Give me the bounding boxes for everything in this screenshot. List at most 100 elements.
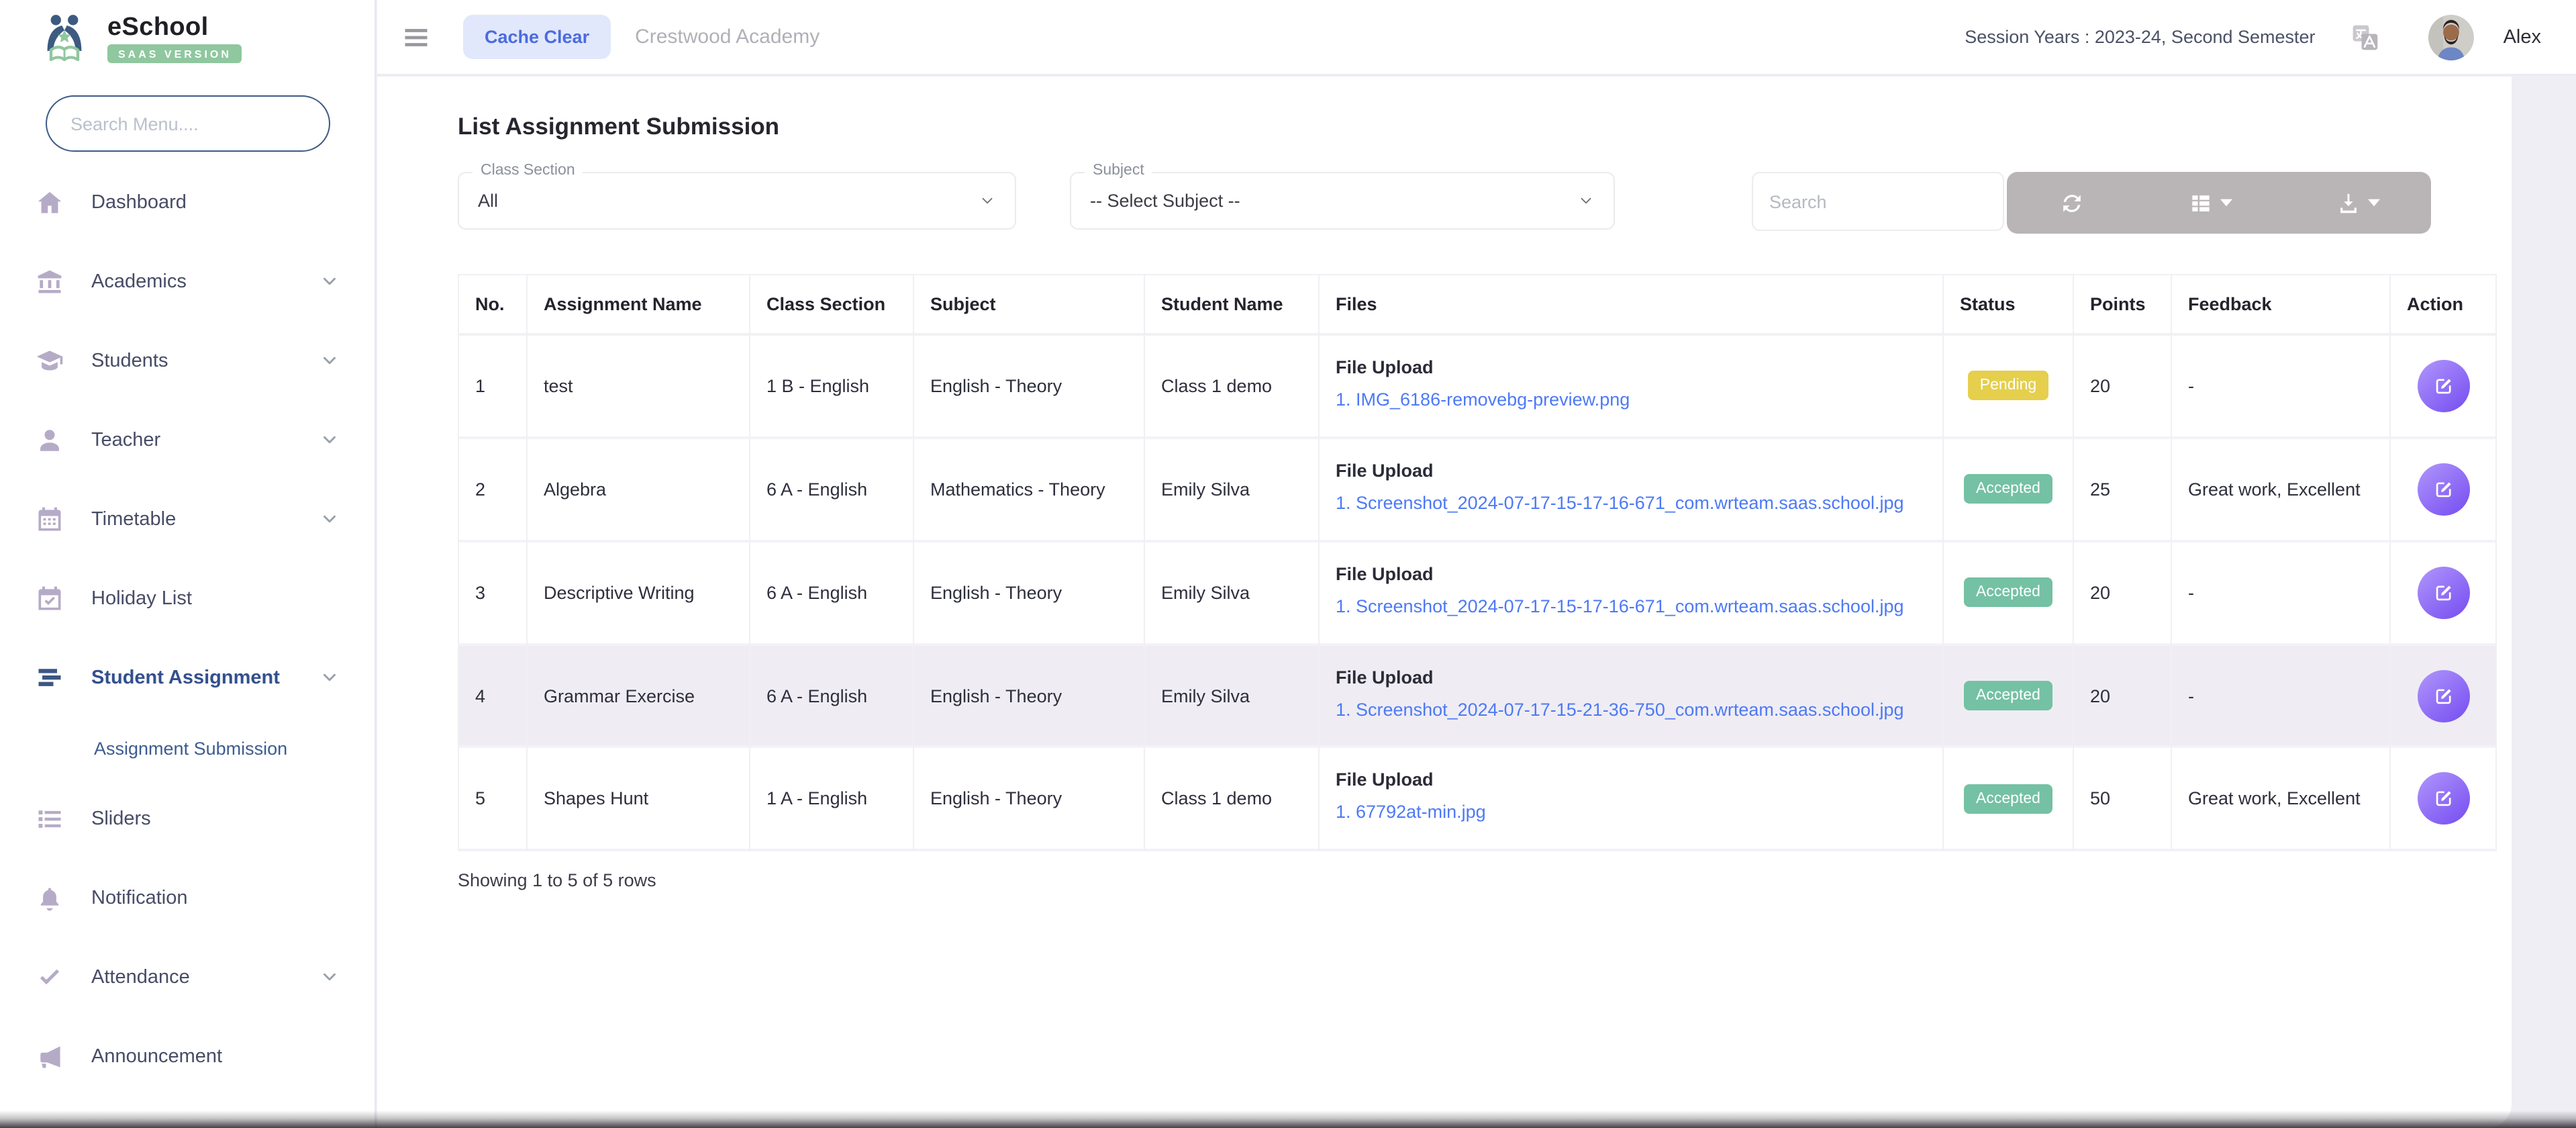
megaphone-icon xyxy=(35,1041,64,1071)
file-link[interactable]: 1. Screenshot_2024-07-17-15-17-16-671_co… xyxy=(1336,489,1926,518)
file-link[interactable]: 1. Screenshot_2024-07-17-15-21-36-750_co… xyxy=(1336,695,1926,724)
status-badge: Accepted xyxy=(1964,577,2052,607)
cell-assignment-name: test xyxy=(528,336,750,439)
table-row: 1test1 B - EnglishEnglish - TheoryClass … xyxy=(458,336,2497,439)
status-badge: Accepted xyxy=(1964,784,2052,814)
translate-icon[interactable] xyxy=(2350,22,2380,52)
chevron-down-icon xyxy=(319,509,340,529)
cell-assignment-name: Shapes Hunt xyxy=(528,749,750,852)
calendar-check-icon xyxy=(35,583,64,613)
subject-select[interactable]: Subject -- Select Subject -- xyxy=(1070,172,1615,230)
cell-feedback: - xyxy=(2172,542,2391,645)
cell-feedback: Great work, Excellent xyxy=(2172,439,2391,543)
refresh-icon xyxy=(2059,190,2084,216)
avatar[interactable] xyxy=(2428,14,2474,60)
sidebar-item-sliders[interactable]: Sliders xyxy=(0,779,375,858)
eschool-logo-icon xyxy=(35,12,94,66)
cell-no: 5 xyxy=(458,749,528,852)
export-button[interactable] xyxy=(2330,185,2385,221)
cell-student-name: Emily Silva xyxy=(1145,439,1320,543)
sidebar-item-teacher[interactable]: Teacher xyxy=(0,400,375,479)
chevron-down-icon xyxy=(319,667,340,688)
cell-points: 20 xyxy=(2074,645,2172,749)
cache-clear-button[interactable]: Cache Clear xyxy=(463,15,611,59)
sidebar-item-label: Announcement xyxy=(91,1045,222,1067)
table-footer: Showing 1 to 5 of 5 rows xyxy=(458,871,2512,891)
cell-feedback: - xyxy=(2172,336,2391,439)
edit-button[interactable] xyxy=(2417,566,2469,618)
cell-action xyxy=(2391,645,2497,749)
class-section-select[interactable]: Class Section All xyxy=(458,172,1016,230)
cell-student-name: Class 1 demo xyxy=(1145,336,1320,439)
cell-status: Accepted xyxy=(1944,749,2074,852)
cell-action xyxy=(2391,439,2497,543)
cell-files: File Upload 1. Screenshot_2024-07-17-15-1… xyxy=(1320,542,1944,645)
file-upload-label: File Upload xyxy=(1336,563,1926,583)
cell-action xyxy=(2391,542,2497,645)
cell-assignment-name: Descriptive Writing xyxy=(528,542,750,645)
table-body: 1test1 B - EnglishEnglish - TheoryClass … xyxy=(458,336,2497,852)
app: eSchool SAAS VERSION DashboardAcademicsS… xyxy=(0,0,2576,1128)
sidebar-item-holiday-list[interactable]: Holiday List xyxy=(0,559,375,638)
cell-action xyxy=(2391,336,2497,439)
sidebar-item-notification[interactable]: Notification xyxy=(0,858,375,937)
column-header-class-section: Class Section xyxy=(750,274,914,336)
sidebar-item-student-assignment[interactable]: Student Assignment xyxy=(0,638,375,717)
assignment-submission-table: No.Assignment NameClass SectionSubjectSt… xyxy=(458,274,2497,852)
file-link[interactable]: 1. Screenshot_2024-07-17-15-17-16-671_co… xyxy=(1336,592,1926,621)
menu-search-input[interactable] xyxy=(45,95,330,152)
cell-subject: Mathematics - Theory xyxy=(914,439,1145,543)
edit-button[interactable] xyxy=(2417,463,2469,516)
brand-name: eSchool xyxy=(107,15,209,40)
cell-student-name: Emily Silva xyxy=(1145,645,1320,749)
cell-no: 3 xyxy=(458,542,528,645)
sidebar-item-academics[interactable]: Academics xyxy=(0,242,375,321)
cell-subject: English - Theory xyxy=(914,336,1145,439)
sidebar-item-label: Timetable xyxy=(91,508,176,530)
user-icon xyxy=(35,425,64,455)
file-link[interactable]: 1. 67792at-min.jpg xyxy=(1336,798,1926,828)
chevron-down-icon xyxy=(319,967,340,987)
cell-no: 2 xyxy=(458,439,528,543)
hamburger-menu-icon[interactable] xyxy=(401,22,431,52)
columns-button[interactable] xyxy=(2182,185,2237,221)
sidebar-menu: DashboardAcademicsStudentsTeacher Timetab… xyxy=(0,162,375,1096)
edit-button[interactable] xyxy=(2417,773,2469,825)
column-header-student-name: Student Name xyxy=(1145,274,1320,336)
column-header-subject: Subject xyxy=(914,274,1145,336)
content-area: List Assignment Submission Class Section… xyxy=(377,77,2576,1128)
sidebar-item-timetable[interactable]: Timetable xyxy=(0,479,375,559)
edit-button[interactable] xyxy=(2417,669,2469,722)
chevron-down-icon xyxy=(319,271,340,291)
chevron-down-icon xyxy=(979,192,996,209)
refresh-button[interactable] xyxy=(2053,185,2089,221)
school-name: Crestwood Academy xyxy=(635,26,820,48)
cell-files: File Upload1. IMG_6186-removebg-preview.… xyxy=(1320,336,1944,439)
cell-subject: English - Theory xyxy=(914,542,1145,645)
subject-label: Subject xyxy=(1085,162,1152,179)
cell-feedback: Great work, Excellent xyxy=(2172,749,2391,852)
sidebar-item-label: Student Assignment xyxy=(91,667,280,688)
bell-icon xyxy=(35,883,64,912)
file-link[interactable]: 1. IMG_6186-removebg-preview.png xyxy=(1336,385,1926,415)
class-section-label: Class Section xyxy=(473,162,583,179)
cell-student-name: Emily Silva xyxy=(1145,542,1320,645)
cell-files: File Upload1. Screenshot_2024-07-17-15-2… xyxy=(1320,645,1944,749)
page-title: List Assignment Submission xyxy=(458,113,2512,141)
column-header-files: Files xyxy=(1320,274,1944,336)
sidebar-item-announcement[interactable]: Announcement xyxy=(0,1017,375,1096)
table-search-input[interactable] xyxy=(1752,172,2004,231)
user-name[interactable]: Alex xyxy=(2504,26,2541,48)
edit-button[interactable] xyxy=(2417,360,2469,412)
filters-bar: Class Section All Subject -- Select Subj… xyxy=(458,172,2431,234)
table-toolbar xyxy=(2007,172,2431,234)
file-upload-label: File Upload xyxy=(1336,461,1926,481)
column-header-no: No. xyxy=(458,274,528,336)
sidebar-item-dashboard[interactable]: Dashboard xyxy=(0,162,375,242)
sidebar-item-students[interactable]: Students xyxy=(0,321,375,400)
sidebar-subitem-assignment-submission[interactable]: Assignment Submission xyxy=(0,717,375,779)
chevron-down-icon xyxy=(319,430,340,450)
header: Cache Clear Crestwood Academy Session Ye… xyxy=(377,0,2576,75)
sidebar-item-attendance[interactable]: Attendance xyxy=(0,937,375,1017)
status-badge: Accepted xyxy=(1964,475,2052,504)
